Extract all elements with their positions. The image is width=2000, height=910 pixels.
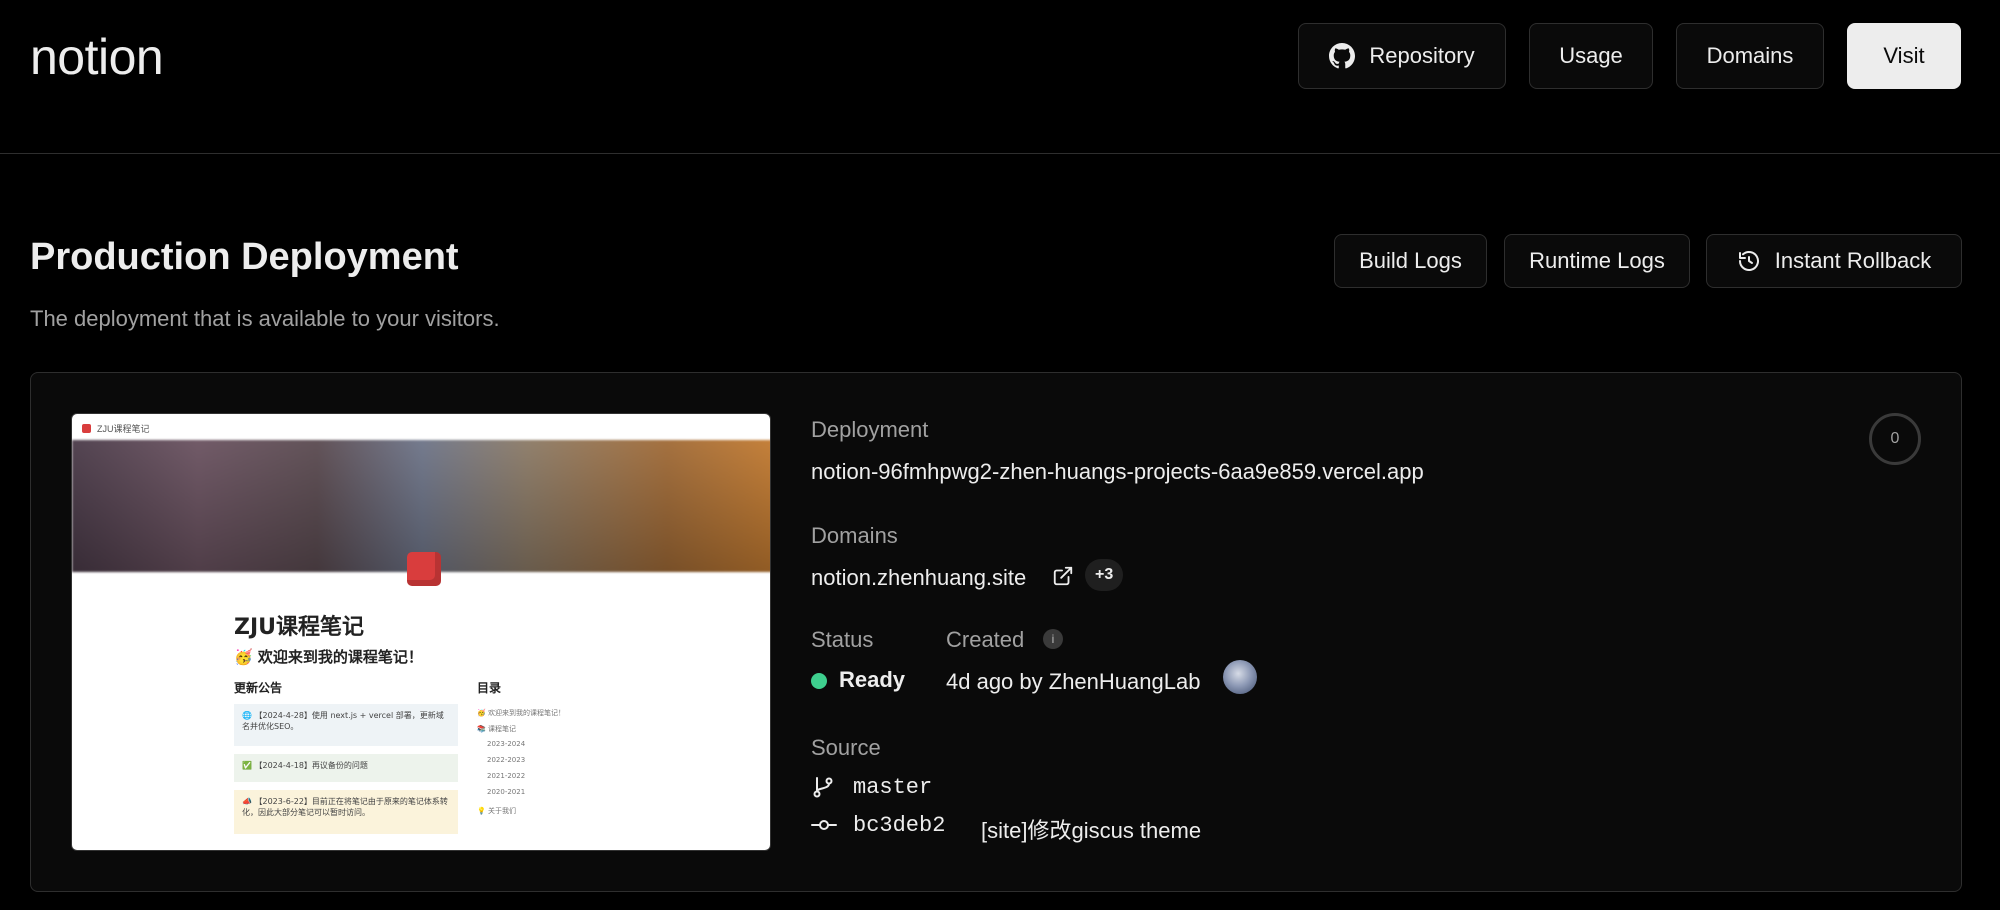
- usage-label: Usage: [1559, 43, 1623, 68]
- visit-button[interactable]: Visit: [1847, 23, 1961, 89]
- git-commit-icon: [811, 820, 837, 830]
- source-label: Source: [811, 735, 881, 760]
- deployment-url-link[interactable]: notion-96fmhpwg2-zhen-huangs-projects-6a…: [811, 459, 1424, 485]
- created-value: 4d ago by ZhenHuangLab: [946, 669, 1201, 694]
- branch-link[interactable]: master: [853, 775, 932, 800]
- preview-toc-item: 📚 课程笔记: [477, 725, 516, 733]
- commit-hash-link[interactable]: bc3deb2: [853, 813, 945, 838]
- project-title: notion: [30, 29, 164, 85]
- visit-label: Visit: [1883, 43, 1925, 68]
- deployment-label: Deployment: [811, 417, 929, 442]
- preview-welcome: 🥳 欢迎来到我的课程笔记！: [234, 648, 423, 666]
- top-header: notion Repository Usage Domains Visit: [0, 0, 2000, 154]
- info-icon[interactable]: i: [1043, 629, 1063, 649]
- git-branch-icon: [813, 777, 833, 798]
- domains-label: Domains: [811, 523, 898, 548]
- domains-label: Domains: [1706, 43, 1794, 68]
- preview-toc-item: 2020-2021: [487, 788, 526, 796]
- preview-update-item: ✅ 【2024-4-18】再议备份的问题: [234, 754, 458, 782]
- section-title: Production Deployment: [30, 236, 459, 278]
- github-icon: [1329, 43, 1356, 69]
- created-label: Created: [946, 627, 1025, 652]
- preview-tab: ZJU课程笔记: [82, 422, 150, 435]
- rollback-icon: [1738, 251, 1759, 271]
- preview-toc-heading: 目录: [477, 681, 502, 695]
- preview-toc-item: 2022-2023: [487, 756, 526, 764]
- domains-button[interactable]: Domains: [1676, 23, 1824, 89]
- preview-tab-title: ZJU课程笔记: [97, 424, 150, 434]
- repository-label: Repository: [1369, 43, 1475, 68]
- runtime-logs-button[interactable]: Runtime Logs: [1504, 234, 1690, 288]
- preview-update-item: 📣 【2023-6-22】目前正在将笔记由于原来的笔记体系转化，因此大部分笔记可…: [234, 790, 458, 834]
- status-label: Status: [811, 627, 874, 652]
- ring-count: 0: [1890, 430, 1900, 447]
- page-favicon-icon: [82, 424, 91, 433]
- section-subtitle: The deployment that is available to your…: [30, 306, 500, 331]
- preview-updates-heading: 更新公告: [234, 681, 283, 695]
- build-logs-button[interactable]: Build Logs: [1334, 234, 1487, 288]
- preview-update-item: 🌐 【2024-4-28】使用 next.js + vercel 部署，更新域名…: [234, 704, 458, 746]
- deployment-preview[interactable]: ZJU课程笔记 ZJU课程笔记 🥳 欢迎来到我的课程笔记！ 更新公告 目录 🌐 …: [71, 413, 771, 851]
- notebook-icon: [407, 552, 441, 586]
- status-ready-dot: [811, 673, 827, 689]
- commit-message: [site]修改giscus theme: [981, 818, 1202, 843]
- repository-button[interactable]: Repository: [1298, 23, 1506, 89]
- preview-toc-item: 💡 关于我们: [477, 807, 516, 815]
- primary-domain-link[interactable]: notion.zhenhuang.site: [811, 565, 1026, 591]
- external-link-icon[interactable]: [1052, 565, 1074, 587]
- avatar[interactable]: [1223, 660, 1257, 694]
- preview-toc-item: 2023-2024: [487, 740, 526, 748]
- status-value: Ready: [839, 667, 906, 692]
- instant-rollback-button[interactable]: Instant Rollback: [1706, 234, 1962, 288]
- preview-toc-item: 🥳 欢迎来到我的课程笔记！: [477, 709, 565, 717]
- preview-toc-item: 2021-2022: [487, 772, 526, 780]
- build-logs-label: Build Logs: [1359, 248, 1462, 273]
- extra-domains-badge[interactable]: +3: [1085, 559, 1124, 591]
- usage-button[interactable]: Usage: [1529, 23, 1653, 89]
- instant-rollback-label: Instant Rollback: [1774, 248, 1932, 273]
- deployment-card: ZJU课程笔记 ZJU课程笔记 🥳 欢迎来到我的课程笔记！ 更新公告 目录 🌐 …: [30, 372, 1962, 892]
- deployment-progress-ring: 0: [1869, 413, 1921, 465]
- runtime-logs-label: Runtime Logs: [1529, 248, 1665, 273]
- preview-page-title: ZJU课程笔记: [234, 615, 365, 640]
